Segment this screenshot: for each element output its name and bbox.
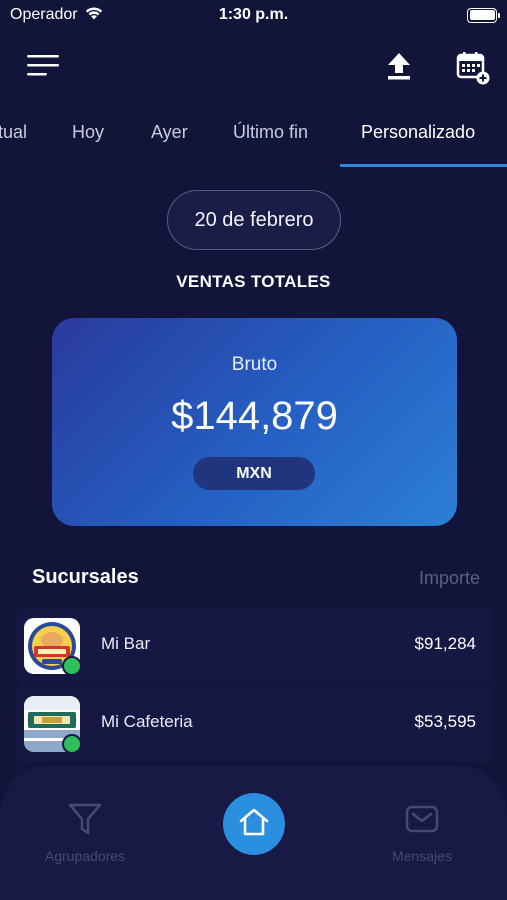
status-left: Operador bbox=[10, 5, 104, 26]
branch-amount: $53,595 bbox=[414, 712, 476, 731]
branch-name: Mi Bar bbox=[101, 634, 151, 653]
gross-amount: $144,879 bbox=[171, 394, 338, 438]
branch-row-mi-cafeteria[interactable]: Mi Cafeteria $53,595 bbox=[16, 686, 492, 762]
nav-label: Mensajes bbox=[392, 848, 452, 864]
tab-actual[interactable]: tual bbox=[0, 122, 27, 143]
online-status-dot bbox=[62, 734, 82, 754]
tab-hoy[interactable]: Hoy bbox=[72, 122, 104, 143]
calendar-add-icon[interactable] bbox=[456, 51, 490, 85]
online-status-dot bbox=[62, 656, 82, 676]
filter-icon bbox=[67, 803, 103, 841]
tab-ayer[interactable]: Ayer bbox=[151, 122, 188, 143]
status-bar: Operador 1:30 p.m. bbox=[0, 0, 507, 30]
branch-amount: $91,284 bbox=[414, 634, 476, 653]
battery-icon bbox=[467, 7, 500, 23]
hamburger-menu-icon[interactable] bbox=[27, 53, 61, 79]
date-selector-button[interactable]: 20 de febrero bbox=[167, 190, 341, 250]
nav-agrupadores[interactable]: Agrupadores bbox=[25, 801, 145, 864]
home-button[interactable] bbox=[223, 793, 285, 855]
nav-mensajes[interactable]: Mensajes bbox=[362, 801, 482, 864]
bottom-navigation: Agrupadores Mensajes bbox=[0, 765, 507, 900]
total-sales-card[interactable]: Bruto $144,879 MXN bbox=[52, 318, 457, 526]
section-title: VENTAS TOTALES bbox=[176, 272, 331, 291]
date-range-tabs: tual Hoy Ayer Último fin Personalizado bbox=[0, 108, 507, 170]
wifi-icon bbox=[84, 5, 104, 26]
carrier-name: Operador bbox=[10, 6, 78, 23]
amount-column-label: Importe bbox=[418, 568, 480, 588]
nav-label: Agrupadores bbox=[44, 848, 126, 864]
mail-icon bbox=[404, 805, 440, 841]
tab-personalizado[interactable]: Personalizado bbox=[361, 122, 475, 143]
upload-icon[interactable] bbox=[386, 51, 412, 81]
active-tab-indicator bbox=[340, 164, 507, 167]
gross-label: Bruto bbox=[231, 354, 278, 375]
branch-name: Mi Cafeteria bbox=[101, 712, 193, 731]
header bbox=[0, 45, 507, 90]
branch-row-mi-bar[interactable]: Mi Bar $91,284 bbox=[16, 608, 492, 684]
currency-badge: MXN bbox=[193, 457, 315, 490]
branches-header: Sucursales Importe bbox=[32, 566, 480, 594]
tab-ultimo-fin[interactable]: Último fin bbox=[233, 122, 308, 143]
home-icon bbox=[238, 807, 270, 842]
branches-title: Sucursales bbox=[32, 566, 139, 588]
